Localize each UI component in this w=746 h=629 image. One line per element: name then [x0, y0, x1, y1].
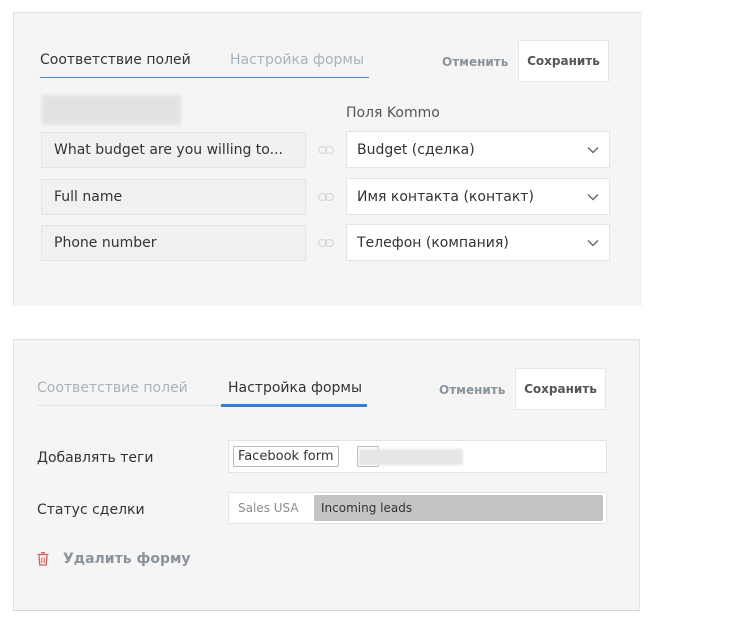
tab-field-mapping[interactable]: Соответствие полей	[40, 52, 191, 68]
deal-status-label: Статус сделки	[37, 502, 145, 518]
field-mapping-panel: Соответствие полей Настройка формы Отмен…	[13, 12, 642, 306]
form-field-budget: What budget are you willing to...	[41, 132, 306, 168]
crm-field-select-budget[interactable]: Budget (сделка)	[346, 131, 610, 168]
trash-icon	[37, 552, 49, 566]
crm-field-value: Имя контакта (контакт)	[357, 188, 534, 205]
link-icon	[318, 193, 334, 201]
chevron-down-icon	[587, 194, 599, 201]
save-button[interactable]: Сохранить	[518, 40, 609, 82]
form-settings-panel: Соответствие полей Настройка формы Отмен…	[13, 339, 640, 611]
crm-field-select-phone[interactable]: Телефон (компания)	[346, 224, 610, 261]
tag-redacted-blur	[359, 449, 463, 465]
chevron-down-icon	[587, 240, 599, 247]
status-stage: Incoming leads	[314, 495, 603, 521]
tab-form-settings[interactable]: Настройка формы	[230, 52, 364, 68]
tab-underline	[40, 77, 369, 78]
tags-label: Добавлять теги	[37, 450, 154, 466]
tab-underline-inactive	[37, 405, 222, 406]
form-field-phone: Phone number	[41, 225, 306, 261]
tab-field-mapping[interactable]: Соответствие полей	[37, 380, 188, 396]
crm-field-value: Телефон (компания)	[357, 234, 509, 251]
form-column-header-redacted	[42, 95, 181, 125]
form-field-full-name: Full name	[41, 179, 306, 215]
save-button[interactable]: Сохранить	[515, 368, 606, 410]
cancel-button[interactable]: Отменить	[442, 55, 508, 69]
crm-field-select-name[interactable]: Имя контакта (контакт)	[346, 178, 610, 215]
status-pipeline: Sales USA	[238, 501, 299, 515]
cancel-button[interactable]: Отменить	[439, 383, 505, 397]
tab-form-settings[interactable]: Настройка формы	[228, 380, 362, 396]
delete-form-label: Удалить форму	[63, 551, 191, 567]
kommo-fields-header: Поля Kommo	[346, 105, 440, 121]
active-tab-indicator	[221, 404, 367, 407]
link-icon	[318, 146, 334, 154]
tag-chip[interactable]: Facebook form	[233, 446, 339, 467]
deal-status-select[interactable]: Sales USA Incoming leads	[228, 492, 607, 524]
tags-input[interactable]: Facebook form	[228, 440, 607, 473]
chevron-down-icon	[587, 147, 599, 154]
link-icon	[318, 239, 334, 247]
crm-field-value: Budget (сделка)	[357, 141, 475, 158]
delete-form-button[interactable]: Удалить форму	[37, 551, 191, 567]
